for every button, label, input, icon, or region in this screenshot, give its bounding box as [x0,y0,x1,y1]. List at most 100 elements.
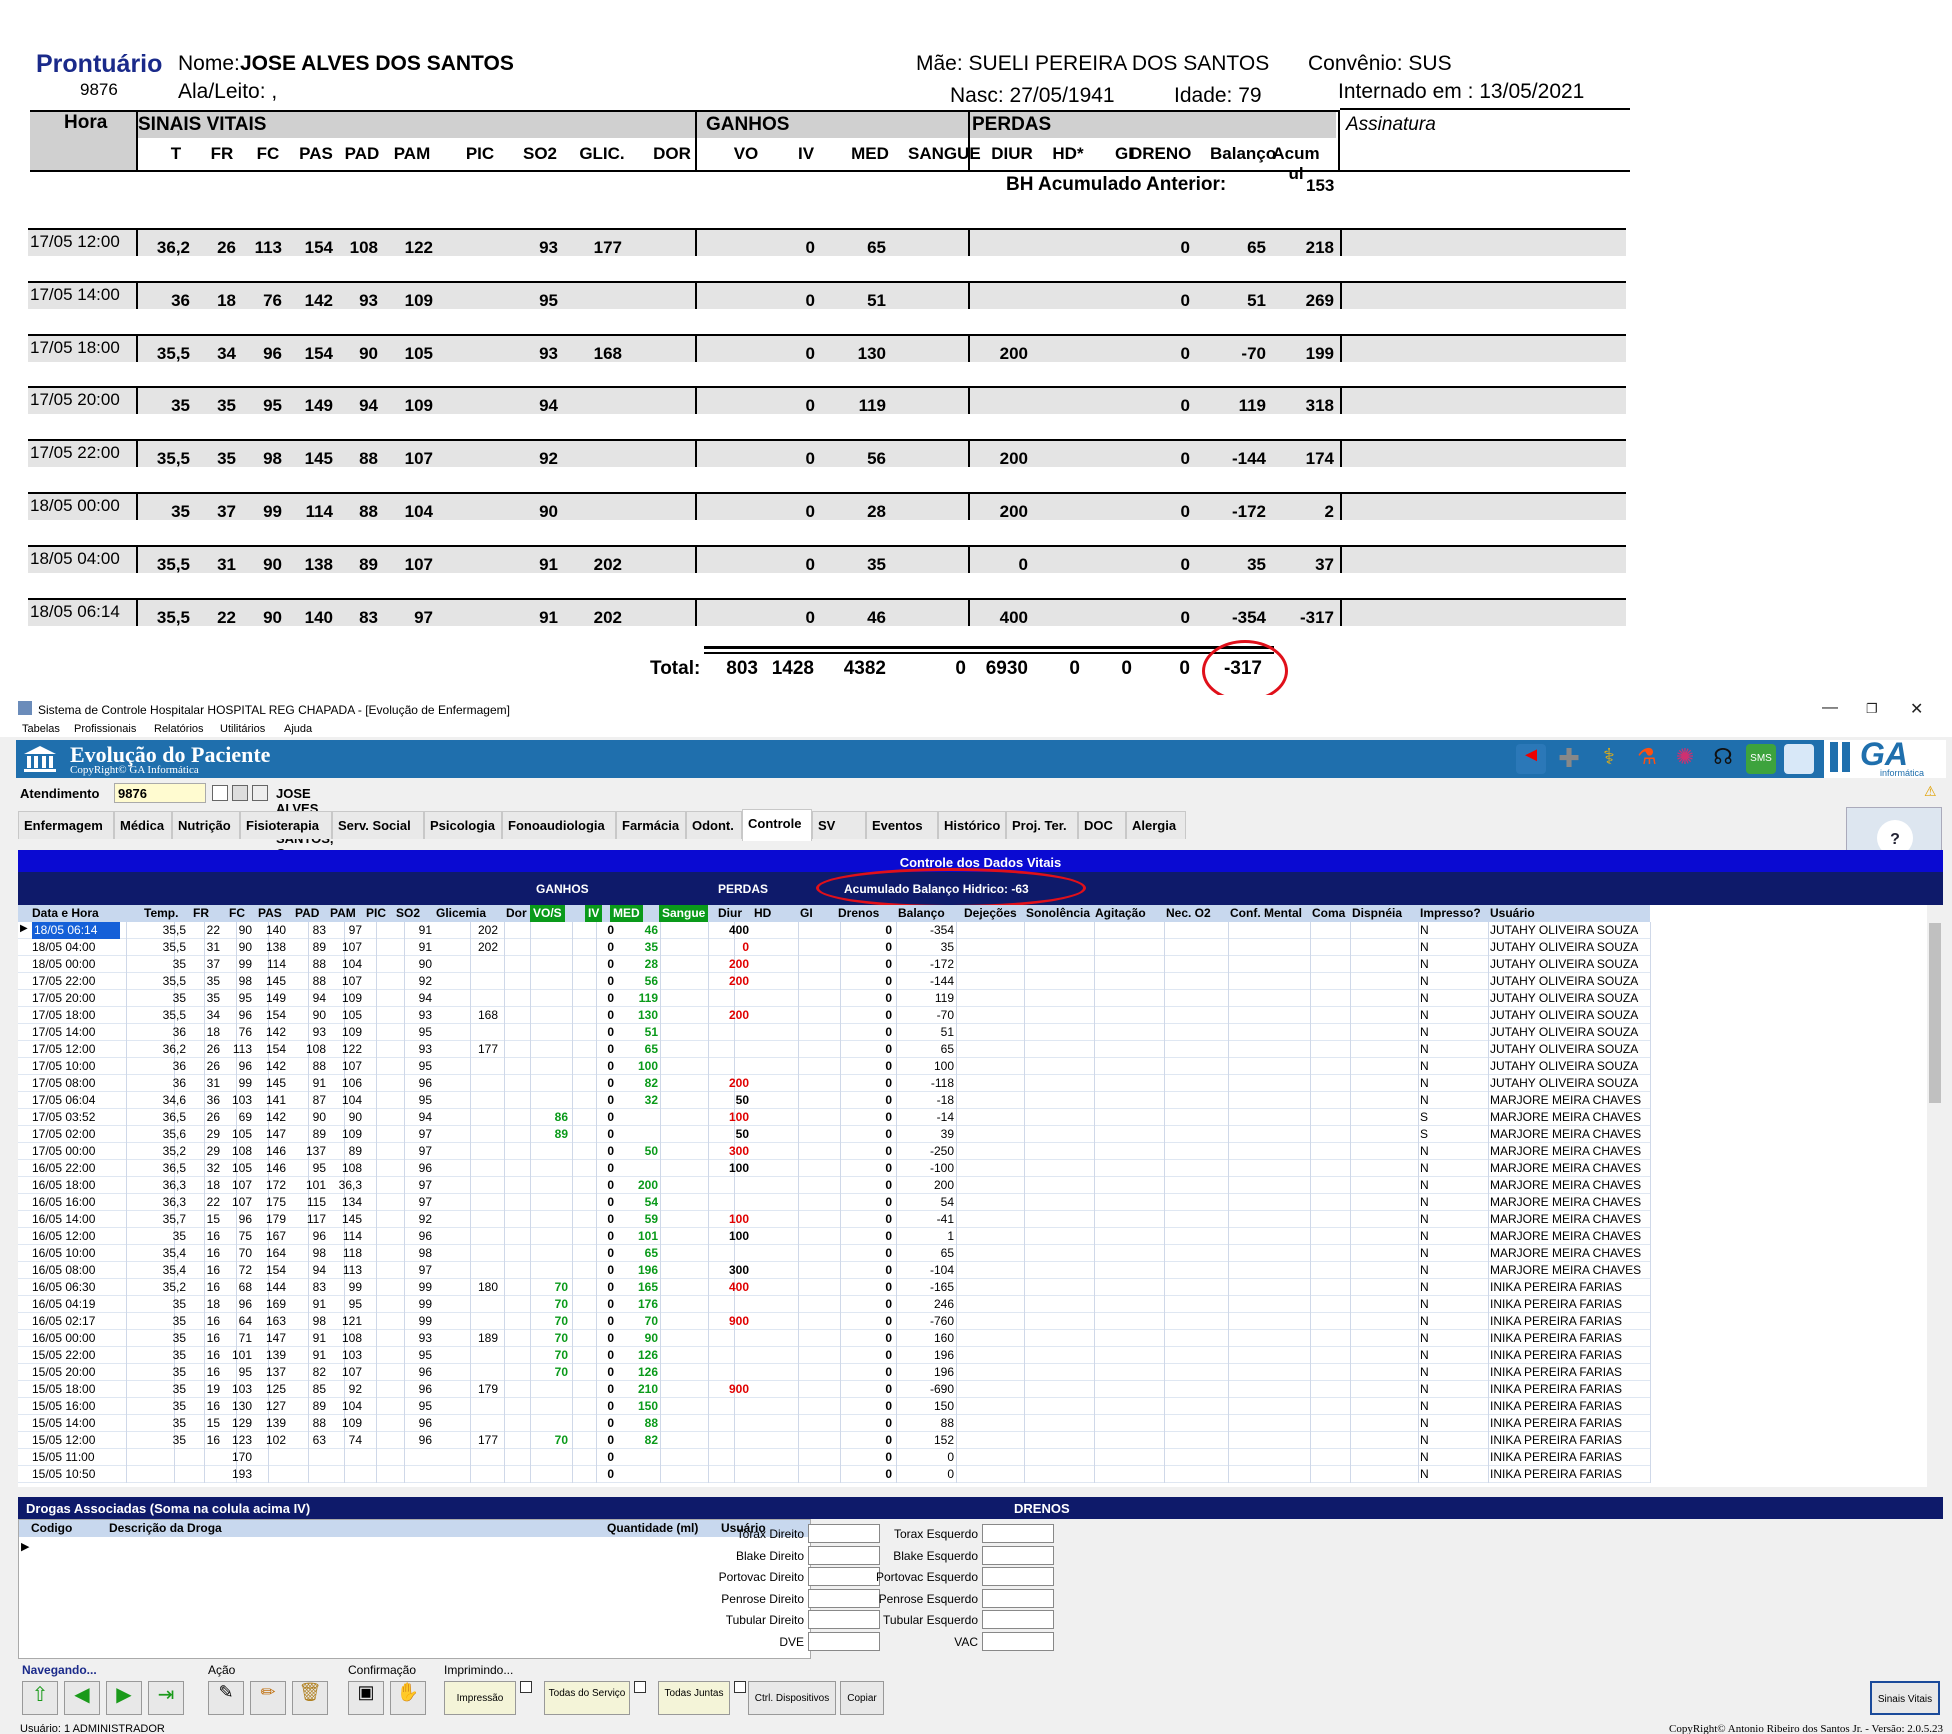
sinais-vitais-button[interactable]: Sinais Vitais [1870,1681,1940,1715]
first-record-icon[interactable]: ⇧ [22,1681,58,1715]
grid-row[interactable]: 17/05 14:00 36 18 76 142 93 109 95 0 51 0 51 N JUTAHY… [18,1024,1651,1041]
save-icon[interactable]: ▣ [348,1681,384,1715]
grid-row[interactable]: 17/05 00:00 35,2 29 108 146 137 89 97 0 50 300 0 -25… [18,1143,1651,1160]
drogas-grid[interactable]: Codigo Descrição da Droga Quantidade (ml… [18,1519,811,1659]
minimize-icon[interactable]: — [1822,699,1838,717]
calendar-icon[interactable] [212,785,228,801]
tab-m-dica[interactable]: Médica [114,811,172,839]
grid-row[interactable]: 16/05 00:00 35 16 71 147 91 108 93 189 70 0 90 0 160 N… [18,1330,1651,1347]
tab-odont-[interactable]: Odont. [686,811,742,839]
dreno-input[interactable] [982,1524,1054,1543]
tab-eventos[interactable]: Eventos [866,811,938,839]
grid-row[interactable]: 15/05 18:00 35 19 103 125 85 92 96 179 0 210 900 0 -6… [18,1381,1651,1398]
grid-row[interactable]: 17/05 06:04 34,6 36 103 141 87 104 95 0 32 50 0 -18 N… [18,1092,1651,1109]
pencil-icon[interactable]: ✏ [250,1681,286,1715]
dreno-input[interactable] [982,1567,1054,1586]
warning-icon[interactable]: ⚠ [1924,783,1937,800]
grid-row[interactable]: 16/05 04:19 35 18 96 169 91 95 99 70 0 176 0 246 N INI… [18,1296,1651,1313]
grid-row[interactable]: 16/05 16:00 36,3 22 107 175 115 134 97 0 54 0 54 N MA… [18,1194,1651,1211]
tab-sv[interactable]: SV [812,811,866,839]
grid-row[interactable]: 15/05 22:00 35 16 101 139 91 103 95 70 0 126 0 196 N I… [18,1347,1651,1364]
printer-icon[interactable] [252,785,268,801]
dreno-input[interactable] [982,1588,1054,1608]
tab-doc[interactable]: DOC [1078,811,1126,839]
tab-nutri-o[interactable]: Nutrição [172,811,240,839]
molecule-icon[interactable]: ✺ [1670,744,1700,774]
grid-row[interactable]: 16/05 22:00 36,5 32 105 146 95 108 96 0 100 0 -100 N… [18,1160,1651,1177]
grid-row[interactable]: 16/05 10:00 35,4 16 70 164 98 118 98 0 65 0 65 N MARJ… [18,1245,1651,1262]
grid-row[interactable]: 18/05 04:00 35,5 31 90 138 89 107 91 202 0 35 0 0 35 N… [18,939,1651,956]
todas-juntas-button[interactable]: Todas Juntas [658,1681,730,1715]
tab-fonoaudiologia[interactable]: Fonoaudiologia [502,811,616,839]
close-icon[interactable]: ✕ [1910,699,1923,719]
copiar-button[interactable]: Copiar [840,1681,884,1715]
tab-fisioterapia[interactable]: Fisioterapia [240,811,332,839]
grid-row[interactable]: 17/05 12:00 36,2 26 113 154 108 122 93 177 0 65 0 65… [18,1041,1651,1058]
tab-enfermagem[interactable]: Enfermagem [18,811,114,839]
trash-icon[interactable]: 🗑 [292,1681,328,1715]
impressao-button[interactable]: Impressão [444,1681,516,1715]
tab-proj-ter-[interactable]: Proj. Ter. [1006,811,1078,839]
menu-relatorios[interactable]: Relatórios [154,723,204,735]
grid-row[interactable]: 16/05 06:30 35,2 16 68 144 83 99 99 180 70 0 165 400… [18,1279,1651,1296]
grid-row[interactable]: 17/05 08:00 36 31 99 145 91 106 96 0 82 200 0 -118 N J… [18,1075,1651,1092]
flask-icon[interactable]: ⚗ [1632,744,1662,774]
last-record-icon[interactable]: ⇥ [148,1681,184,1715]
grid-row[interactable]: 15/05 10:50 193 0 0 0 N INIKA PEREIRA FARIAS [18,1466,1651,1483]
cell-divider [798,1245,799,1262]
todas-servico-button[interactable]: Todas do Serviço [544,1681,630,1715]
back-arrow-icon[interactable]: ◄ [1516,744,1546,774]
tab-psicologia[interactable]: Psicologia [424,811,502,839]
cancel-hand-icon[interactable]: ✋ [390,1681,426,1715]
tab-hist-rico[interactable]: Histórico [938,811,1006,839]
grid-row[interactable]: 17/05 02:00 35,6 29 105 147 89 109 97 89 0 50 0 39 S M… [18,1126,1651,1143]
grid-scrollbar[interactable] [1927,905,1943,1487]
menu-utilitarios[interactable]: Utilitários [220,723,265,735]
grid-row[interactable]: 16/05 12:00 35 16 75 167 96 114 96 0 101 100 0 1 N MAR… [18,1228,1651,1245]
tab-farm-cia[interactable]: Farmácia [616,811,686,839]
next-record-icon[interactable]: ▶ [106,1681,142,1715]
impressao-checkbox[interactable] [520,1681,532,1693]
grid-row[interactable]: ▶ 18/05 06:14 35,5 22 90 140 83 97 91 202 0 46 400 0-… [18,922,1651,939]
tab-alergia[interactable]: Alergia [1126,811,1186,839]
tab-controle[interactable]: Controle [742,809,812,841]
todas-servico-checkbox[interactable] [634,1681,646,1693]
grid-row[interactable]: 18/05 00:00 35 37 99 114 88 104 90 0 28 200 0 -172 N J… [18,956,1651,973]
email-icon[interactable] [1784,744,1814,774]
caduceus-icon[interactable]: ⚕ [1594,744,1624,774]
grid-row[interactable]: 15/05 12:00 35 16 123 102 63 74 96 177 70 0 82 0 152 N… [18,1432,1651,1449]
grid-row[interactable]: 17/05 10:00 36 26 96 142 88 107 95 0 100 0 100 N JUTA… [18,1058,1651,1075]
grid-row[interactable]: 17/05 20:00 35 35 95 149 94 109 94 0 119 0 119 N JUTA… [18,990,1651,1007]
dreno-input[interactable] [982,1610,1054,1629]
atendimento-field[interactable]: 9876 [114,783,206,803]
stethoscope-icon[interactable]: ☊ [1708,744,1738,774]
grid-row[interactable]: 17/05 03:52 36,5 26 69 142 90 90 94 86 0 100 0 -14 S M… [18,1109,1651,1126]
grid-row[interactable]: 16/05 18:00 36,3 18 107 172 101 36,3 97 0 200 0 200… [18,1177,1651,1194]
menu-tabelas[interactable]: Tabelas [22,723,60,735]
menu-profissionais[interactable]: Profissionais [74,723,136,735]
grid-row[interactable]: 15/05 16:00 35 16 130 127 89 104 95 0 150 0 150 N INI… [18,1398,1651,1415]
tab-serv-social[interactable]: Serv. Social [332,811,424,839]
dreno-input[interactable] [982,1545,1054,1565]
menu-ajuda[interactable]: Ajuda [284,723,312,735]
sms-icon[interactable]: SMS [1746,744,1776,774]
vital-signs-grid[interactable]: Data e Hora Temp. FR FC PAS PAD PAM PIC SO2 Glice… [18,905,1943,1487]
todas-juntas-checkbox[interactable] [734,1681,746,1693]
grid-row[interactable]: 15/05 14:00 35 15 129 139 88 109 96 0 88 0 88 N INIKA… [18,1415,1651,1432]
grid-row[interactable]: 15/05 11:00 170 0 0 0 N INIKA PEREIRA FARIAS [18,1449,1651,1466]
grid-row[interactable]: 16/05 08:00 35,4 16 72 154 94 113 97 0 196 300 0 -10… [18,1262,1651,1279]
prev-record-icon[interactable]: ◀ [64,1681,100,1715]
scrollbar-thumb[interactable] [1929,923,1941,1103]
grid-row[interactable]: 16/05 14:00 35,7 15 96 179 117 145 92 0 59 100 0 -41… [18,1211,1651,1228]
plus-icon[interactable]: ✚ [1554,744,1584,774]
grid-row[interactable]: 17/05 22:00 35,5 35 98 145 88 107 92 0 56 200 0 -144… [18,973,1651,990]
grid-row[interactable]: 16/05 02:17 35 16 64 163 98 121 99 70 0 70 900 0 -760… [18,1313,1651,1330]
restore-icon[interactable]: ❐ [1866,701,1878,717]
grid-cell: JUTAHY OLIVEIRA SOUZA [1490,923,1639,937]
edit-icon[interactable]: ✎ [208,1681,244,1715]
binoculars-icon[interactable] [232,785,248,801]
grid-row[interactable]: 15/05 20:00 35 16 95 137 82 107 96 70 0 126 0 196 N IN… [18,1364,1651,1381]
ctrl-dispositivos-button[interactable]: Ctrl. Dispositivos [748,1681,836,1715]
dreno-input[interactable] [982,1631,1054,1651]
grid-row[interactable]: 17/05 18:00 35,5 34 96 154 90 105 93 168 0 130 200 0… [18,1007,1651,1024]
